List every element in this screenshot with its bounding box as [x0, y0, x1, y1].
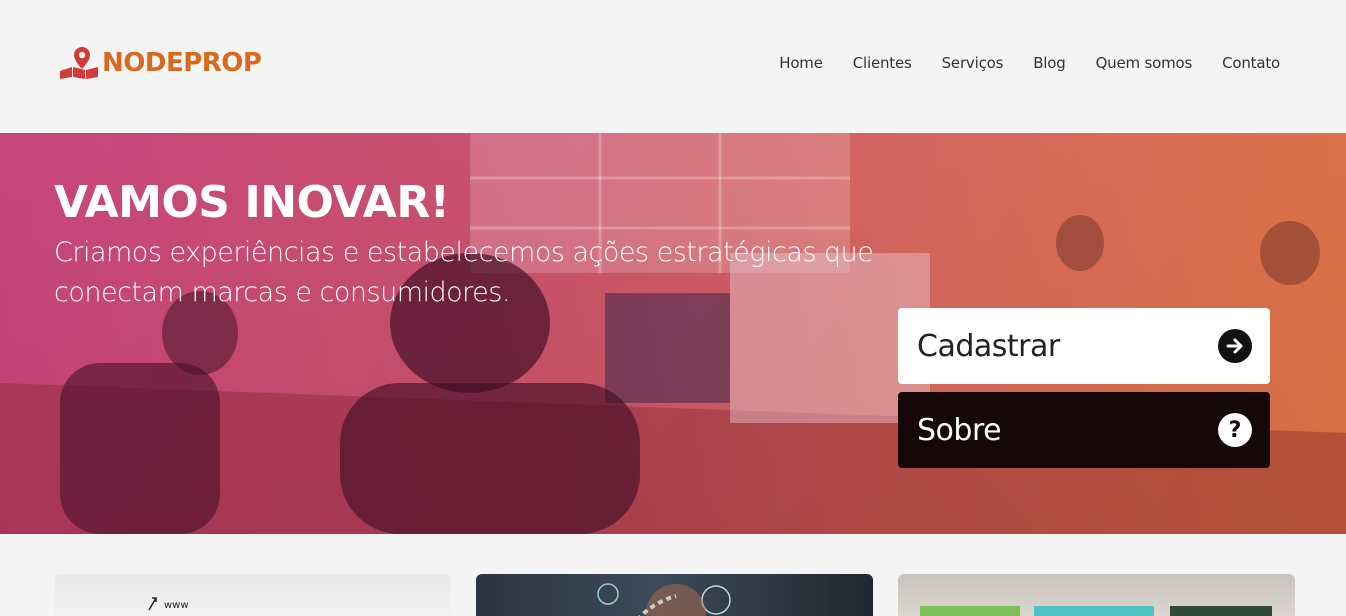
- mobile-tech-image: [597, 583, 731, 616]
- nav-clientes[interactable]: Clientes: [853, 54, 912, 72]
- arrow-right-circle-icon: [1218, 329, 1252, 363]
- site-header: NODEPROP Home Clientes Serviços Blog Que…: [0, 0, 1346, 133]
- about-button[interactable]: Sobre ?: [898, 392, 1270, 468]
- card-mobile[interactable]: [476, 574, 873, 616]
- register-label: Cadastrar: [917, 328, 1060, 364]
- nav-contato[interactable]: Contato: [1222, 54, 1280, 72]
- nav-home[interactable]: Home: [779, 54, 823, 72]
- nav-blog[interactable]: Blog: [1033, 54, 1066, 72]
- hero-subtitle: Criamos experiências e estabelecemos açõ…: [54, 237, 874, 308]
- brand-logo[interactable]: NODEPROP: [58, 43, 262, 83]
- card-web[interactable]: www: [54, 574, 451, 616]
- hero-title: VAMOS INOVAR!: [54, 177, 450, 228]
- register-button[interactable]: Cadastrar: [898, 308, 1270, 384]
- about-label: Sobre: [917, 412, 1002, 448]
- brand-name: NODEPROP: [102, 48, 262, 78]
- map-pin-logo-icon: [58, 45, 100, 81]
- nav-servicos[interactable]: Serviços: [942, 54, 1004, 72]
- card-apps[interactable]: [898, 574, 1295, 616]
- hero-banner: VAMOS INOVAR! Criamos experiências e est…: [0, 133, 1346, 534]
- apps-screens-image: [920, 606, 1272, 616]
- svg-text:www: www: [164, 600, 189, 611]
- question-circle-icon: ?: [1218, 413, 1252, 447]
- main-nav: Home Clientes Serviços Blog Quem somos C…: [779, 54, 1280, 72]
- nav-quem-somos[interactable]: Quem somos: [1096, 54, 1193, 72]
- web-sketch-image: www: [148, 597, 189, 611]
